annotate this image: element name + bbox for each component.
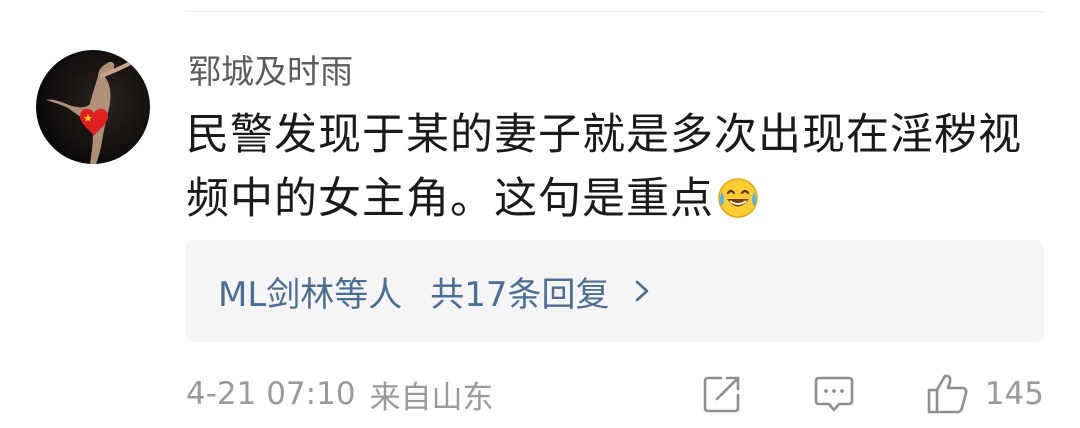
comment-text-line: 频中的女主角。这句是重点 bbox=[186, 167, 1056, 231]
replies-preview[interactable]: ML剑林 等人 共17条回复 bbox=[186, 240, 1044, 342]
like-button[interactable]: 145 bbox=[925, 371, 1044, 417]
comment-text-line: 民警发现于某的妻子就是多次出现在淫秽视 bbox=[186, 110, 1022, 160]
top-divider bbox=[186, 11, 1044, 12]
thumbs-up-icon bbox=[927, 374, 968, 414]
comment-footer: 4-21 07:10 来自山东 145 bbox=[186, 368, 1044, 420]
dancer-heart-icon bbox=[46, 60, 134, 164]
share-icon bbox=[703, 376, 740, 413]
chevron-right-icon bbox=[632, 275, 652, 307]
like-count: 145 bbox=[984, 376, 1044, 412]
avatar[interactable] bbox=[36, 50, 150, 164]
reply-count-link[interactable]: 共17条回复 bbox=[430, 267, 609, 316]
laugh-cry-emoji-icon bbox=[716, 174, 760, 218]
reply-users[interactable]: ML剑林 bbox=[218, 267, 334, 316]
reply-users-suffix: 等人 bbox=[334, 274, 403, 315]
comment-text: 民警发现于某的妻子就是多次出现在淫秽视 频中的女主角。这句是重点 bbox=[186, 103, 1056, 231]
comment-text-span: 频中的女主角。这句是重点 bbox=[186, 174, 714, 224]
username[interactable]: 郓城及时雨 bbox=[188, 50, 353, 94]
share-button[interactable] bbox=[701, 373, 743, 415]
location: 来自山东 bbox=[369, 379, 494, 416]
comment-bubble-icon bbox=[814, 376, 854, 412]
timestamp: 4-21 07:10 bbox=[186, 376, 356, 412]
comment-button[interactable] bbox=[813, 373, 855, 415]
